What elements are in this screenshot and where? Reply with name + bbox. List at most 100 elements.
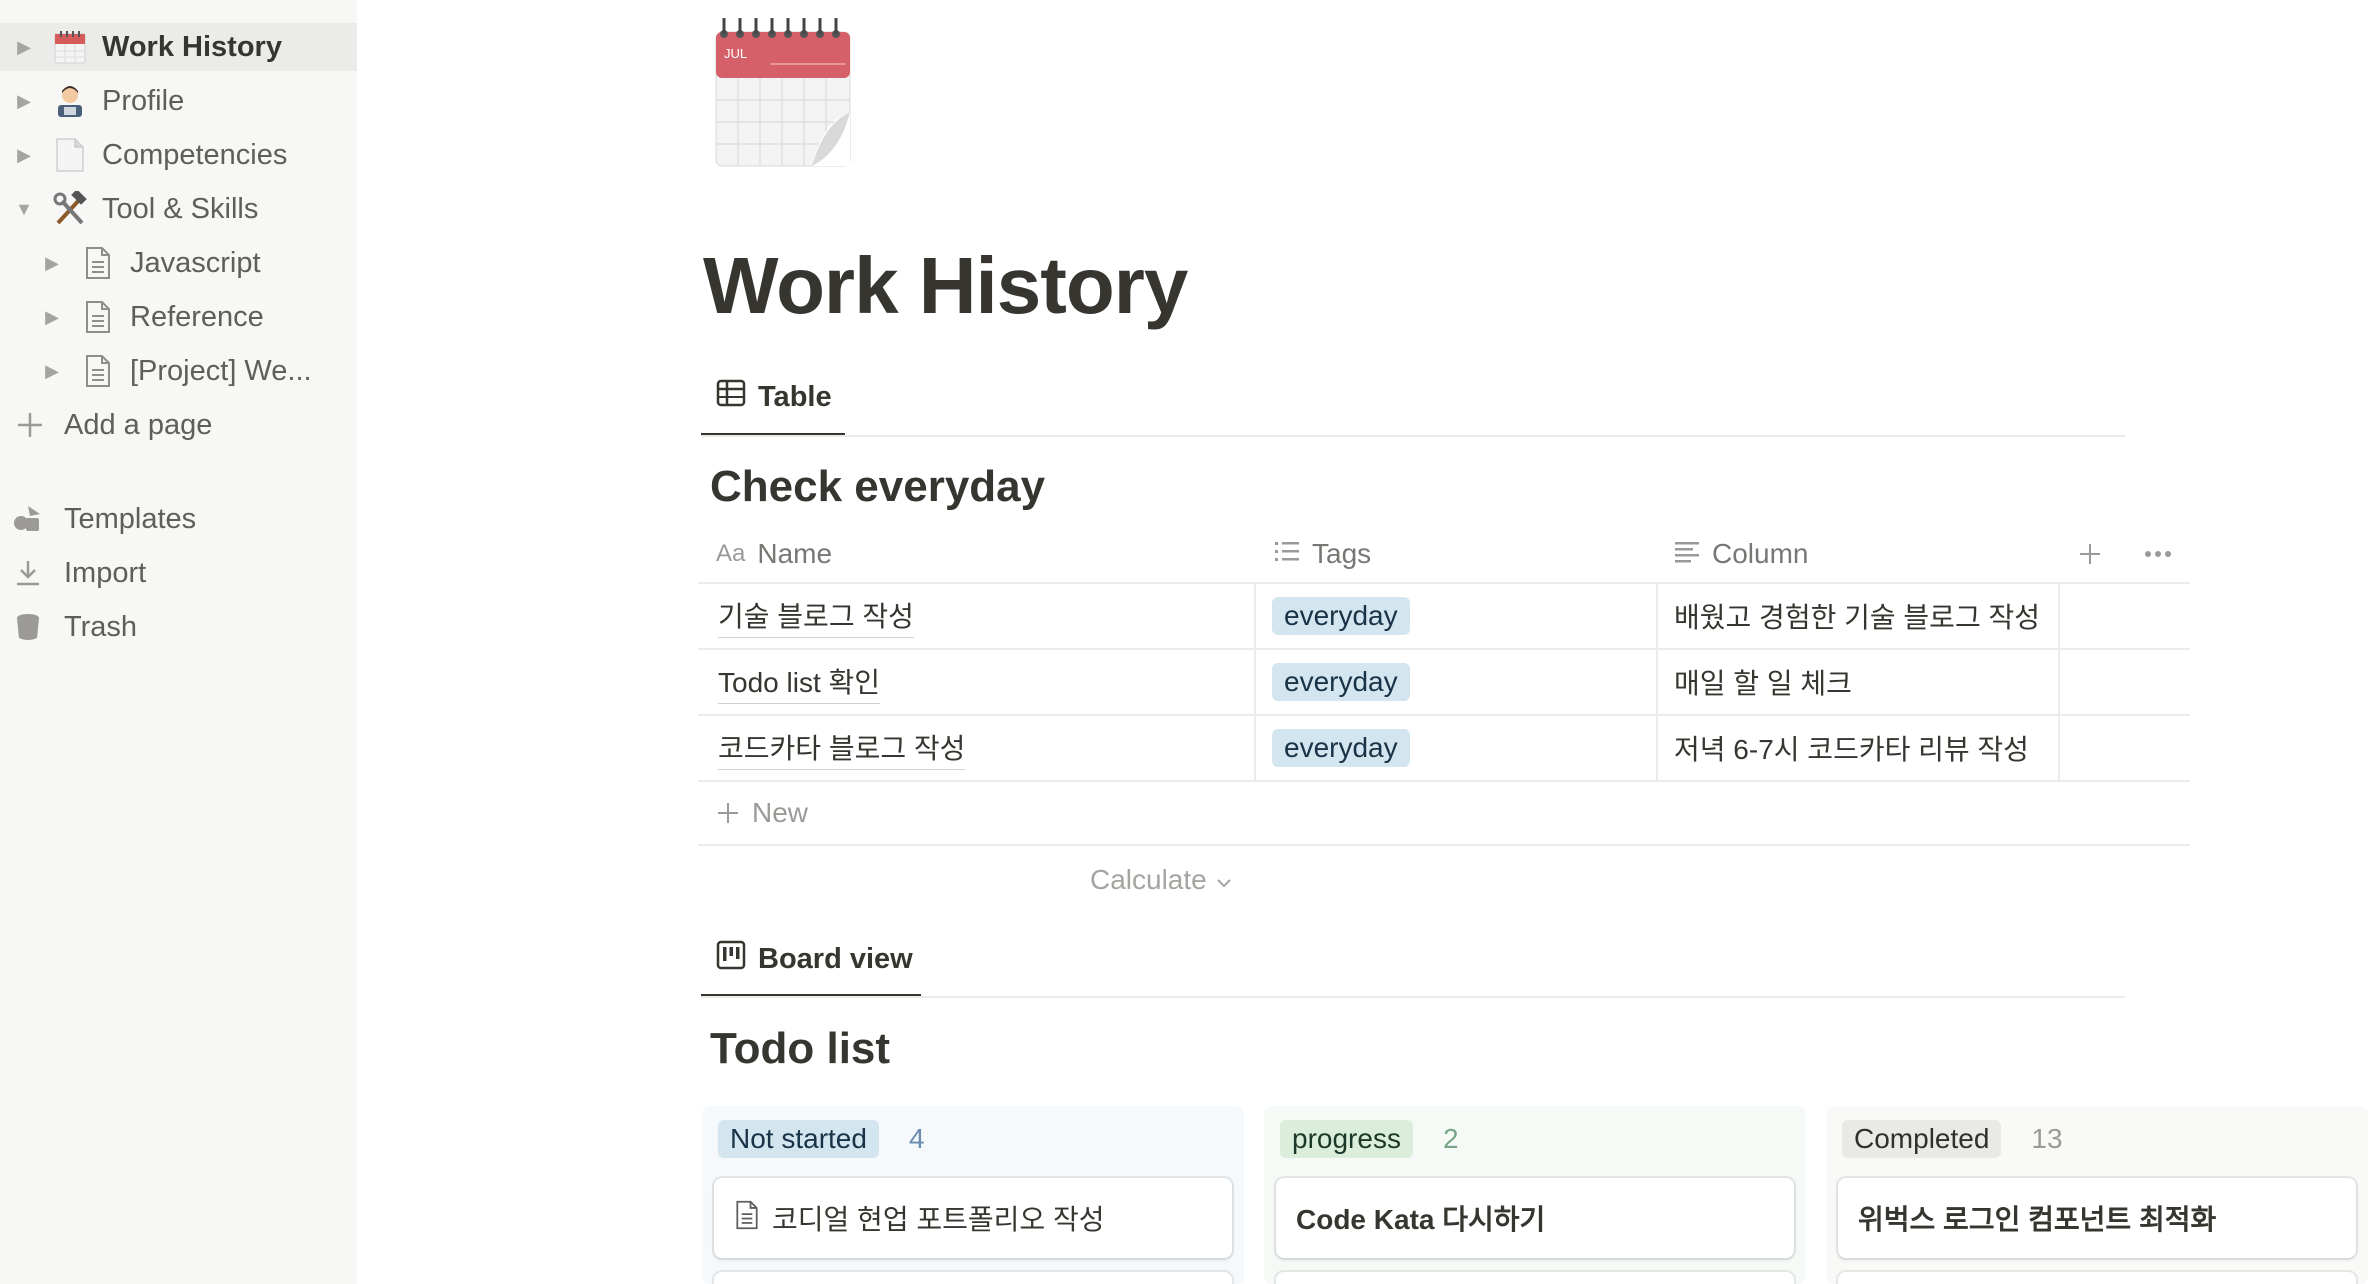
import-label: Import [64,556,147,589]
text-lines-icon [1674,538,1700,570]
table-row[interactable]: Todo list 확인 everyday 매일 할 일 체크 [698,650,2190,716]
technologist-icon [50,81,90,121]
sidebar-item-label: [Project] We... [130,354,312,387]
table-row[interactable]: 코드카타 블로그 작성 everyday 저녁 6-7시 코드카타 리뷰 작성 [698,716,2190,782]
status-pill: Not started [718,1120,879,1158]
cell-name[interactable]: 코드카타 블로그 작성 [718,716,966,780]
board-card[interactable]: 코디얼 현업 포트폴리오 작성 [714,1178,1232,1258]
table-row[interactable]: 기술 블로그 작성 everyday 배웠고 경험한 기술 블로그 작성 [698,584,2190,650]
sidebar-item-javascript[interactable]: ▶ Javascript [0,239,357,287]
column-header-column[interactable]: Column [1674,524,1808,584]
templates-icon [8,499,48,539]
chevron-right-icon[interactable]: ▶ [12,35,36,59]
tab-label: Board view [758,942,913,975]
add-page-label: Add a page [64,408,213,441]
chevron-right-icon[interactable]: ▶ [12,89,36,113]
cell-column[interactable]: 매일 할 일 체크 [1674,650,1852,714]
sidebar-item-work-history[interactable]: ▶ Work History [0,23,357,71]
column-header-label: Name [757,538,833,569]
tab-table[interactable]: Table [716,378,832,416]
sidebar-item-profile[interactable]: ▶ Profile [0,77,357,125]
cell-tags[interactable]: everyday [1272,584,1410,648]
new-row-button[interactable]: New [698,782,2190,846]
card-title: Code Kata 다시하기 [1296,1204,1546,1235]
chevron-right-icon[interactable]: ▶ [40,359,64,383]
sidebar-item-label: Javascript [130,246,261,279]
new-row-label: New [752,797,809,828]
board-column-header[interactable]: Completed 13 [1842,1120,2063,1158]
add-property-button[interactable] [2078,524,2102,584]
tag-badge: everyday [1272,729,1410,767]
row-name: 기술 블로그 작성 [718,595,914,638]
tag-badge: everyday [1272,597,1410,635]
sidebar-item-tool-skills[interactable]: ▼ Tool & Skills [0,185,357,233]
cell-column[interactable]: 저녁 6-7시 코드카타 리뷰 작성 [1674,716,2029,780]
status-pill: progress [1280,1120,1413,1158]
chevron-down-icon[interactable]: ▼ [12,197,36,221]
board-card[interactable] [1276,1272,1794,1284]
sidebar-item-label: Competencies [102,138,288,171]
card-title: 위벅스 로그인 컴포넌트 최적화 [1858,1204,2217,1235]
page-cover-calendar-icon[interactable]: JUL [712,12,854,170]
tab-divider [701,996,2125,998]
table-title[interactable]: Check everyday [710,462,1045,512]
plus-icon [716,801,740,825]
sidebar-item-competencies[interactable]: ▶ Competencies [0,131,357,179]
more-options-button[interactable] [2144,524,2172,584]
status-pill: Completed [1842,1120,2002,1158]
calendar-icon [50,27,90,67]
hammer-wrench-icon [50,189,90,229]
chevron-right-icon[interactable]: ▶ [40,251,64,275]
cell-divider [1254,650,1256,714]
row-column-text: 저녁 6-7시 코드카타 리뷰 작성 [1674,734,2029,765]
row-column-text: 배웠고 경험한 기술 블로그 작성 [1674,602,2040,633]
cell-column[interactable]: 배웠고 경험한 기술 블로그 작성 [1674,584,2040,648]
board-card[interactable]: Code Kata 다시하기 [1276,1178,1794,1258]
column-header-label: Tags [1312,538,1372,569]
document-icon [734,1200,760,1237]
templates-button[interactable]: Templates [0,495,357,543]
chevron-right-icon[interactable]: ▶ [40,305,64,329]
page-title[interactable]: Work History [703,240,1188,332]
sidebar: ▶ Work History ▶ Profile ▶ Competencies … [0,0,357,1284]
board-card[interactable]: 위벅스 로그인 컴포넌트 최적화 [1838,1178,2356,1258]
tab-board-view[interactable]: Board view [716,940,913,978]
cell-divider [1254,716,1256,780]
tab-divider [701,435,2125,437]
cell-name[interactable]: Todo list 확인 [718,650,881,714]
text-property-icon: Aa [716,540,746,567]
add-page-button[interactable]: Add a page [0,401,357,449]
cell-tags[interactable]: everyday [1272,650,1410,714]
download-icon [8,553,48,593]
tab-label: Table [758,380,832,413]
cell-divider [2058,716,2060,780]
cell-name[interactable]: 기술 블로그 작성 [718,584,914,648]
sidebar-item-project[interactable]: ▶ [Project] We... [0,347,357,395]
board-card[interactable] [714,1272,1232,1284]
cell-tags[interactable]: everyday [1272,716,1410,780]
trash-icon [8,607,48,647]
table-icon [716,378,746,416]
board-column-header[interactable]: Not started 4 [718,1120,925,1158]
sidebar-item-label: Reference [130,300,264,333]
sidebar-item-reference[interactable]: ▶ Reference [0,293,357,341]
board-column-header[interactable]: progress 2 [1280,1120,1459,1158]
list-icon [1274,538,1300,570]
ellipsis-icon [2145,551,2171,557]
cell-divider [1656,584,1658,648]
calculate-button[interactable]: Calculate [1090,864,1233,896]
column-header-label: Column [1712,538,1809,569]
column-header-tags[interactable]: Tags [1274,524,1371,584]
board-title[interactable]: Todo list [710,1024,890,1074]
board-card[interactable] [1838,1272,2356,1284]
trash-button[interactable]: Trash [0,603,357,651]
calculate-label: Calculate [1090,864,1207,895]
document-icon [78,351,118,391]
card-title: 코디얼 현업 포트폴리오 작성 [772,1204,1105,1235]
page-icon [50,135,90,175]
column-header-name[interactable]: Aa Name [716,524,832,584]
templates-label: Templates [64,502,197,535]
chevron-right-icon[interactable]: ▶ [12,143,36,167]
cell-divider [1656,650,1658,714]
import-button[interactable]: Import [0,549,357,597]
